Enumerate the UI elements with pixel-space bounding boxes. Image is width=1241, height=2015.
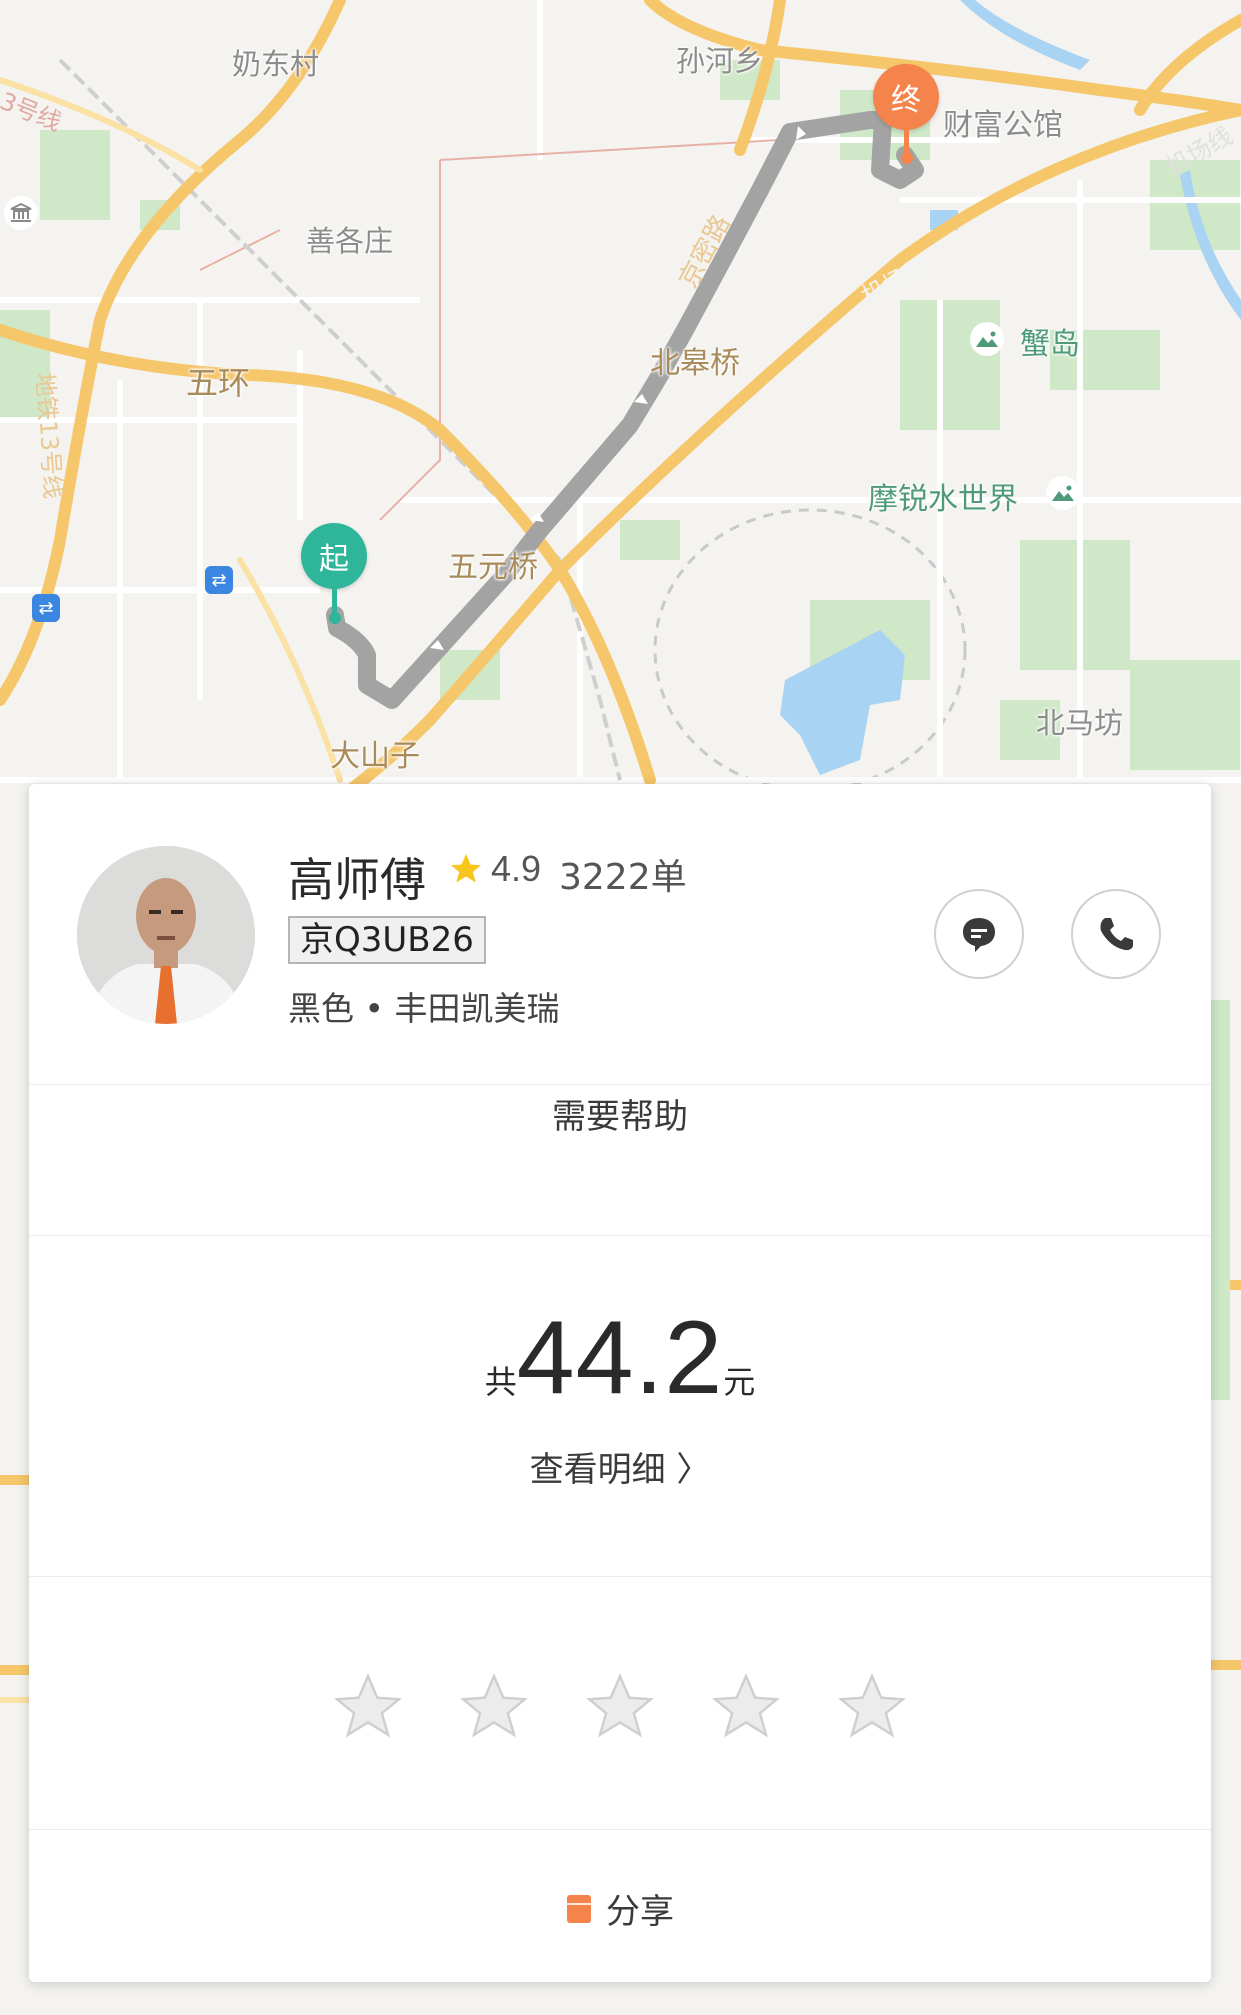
divider bbox=[29, 1235, 1211, 1236]
map-label-shangezhuang: 善各庄 bbox=[306, 224, 394, 258]
fare-prefix: 共 bbox=[484, 1363, 517, 1401]
share-button[interactable]: 分享 bbox=[29, 1884, 1211, 1933]
license-plate: 京Q3UB26 bbox=[288, 916, 486, 964]
divider bbox=[29, 1084, 1211, 1085]
rate-star-2[interactable] bbox=[457, 1670, 531, 1744]
map-label-beimafang: 北马坊 bbox=[1036, 706, 1124, 740]
message-driver-button[interactable] bbox=[934, 889, 1024, 979]
driver-rating: 4.9 bbox=[491, 848, 542, 889]
end-pin: 终 bbox=[873, 64, 939, 130]
start-pin: 起 bbox=[301, 523, 367, 589]
map-label-dashanzi: 大山子 bbox=[330, 739, 420, 774]
map-label-wuyuanqiao: 五元桥 bbox=[448, 550, 538, 585]
driver-name: 高师傅 bbox=[288, 853, 426, 907]
divider bbox=[29, 1576, 1211, 1577]
share-label: 分享 bbox=[606, 1892, 674, 1932]
rating-star-icon bbox=[451, 854, 481, 883]
call-driver-button[interactable] bbox=[1071, 889, 1161, 979]
fare-unit: 元 bbox=[723, 1363, 756, 1401]
map-label-xiedao: 蟹岛 bbox=[1020, 327, 1080, 362]
rating-stars bbox=[29, 1670, 1211, 1744]
start-pin-dot bbox=[329, 612, 341, 624]
museum-icon bbox=[4, 196, 38, 230]
scenic-spot-icon bbox=[1046, 476, 1080, 510]
car-description: 黑色 • 丰田凯美瑞 bbox=[288, 989, 560, 1028]
map-label-sunhexiang: 孙河乡 bbox=[676, 44, 764, 78]
driver-order-count: 3222单 bbox=[559, 857, 687, 898]
metro-transfer-icon: ⇄ bbox=[205, 566, 233, 594]
view-fare-details-link[interactable]: 查看明细 〉 bbox=[29, 1442, 1211, 1491]
map-label-beigaoqiao: 北皋桥 bbox=[650, 346, 740, 381]
rate-star-4[interactable] bbox=[709, 1670, 783, 1744]
rate-star-5[interactable] bbox=[835, 1670, 909, 1744]
map-label-naidongcun: 奶东村 bbox=[232, 47, 320, 81]
map-label-moruishuishijie: 摩锐水世界 bbox=[868, 482, 1018, 517]
rate-star-1[interactable] bbox=[331, 1670, 405, 1744]
chat-bubble-icon bbox=[963, 918, 995, 952]
divider bbox=[29, 1829, 1211, 1830]
scenic-spot-icon bbox=[970, 322, 1004, 356]
map-label-caifugongguan: 财富公馆 bbox=[943, 108, 1063, 143]
fare-total: 共44.2元 bbox=[29, 1299, 1211, 1418]
need-help-button[interactable]: 需要帮助 bbox=[29, 1089, 1211, 1138]
driver-avatar[interactable] bbox=[77, 846, 255, 1024]
map-label-wuhuan: 五环 bbox=[186, 364, 251, 402]
rate-star-3[interactable] bbox=[583, 1670, 657, 1744]
share-icon bbox=[567, 1894, 591, 1923]
phone-icon bbox=[1100, 918, 1133, 951]
fare-amount: 44.2 bbox=[516, 1300, 724, 1416]
metro-transfer-icon: ⇄ bbox=[32, 594, 60, 622]
end-pin-dot bbox=[901, 152, 913, 164]
